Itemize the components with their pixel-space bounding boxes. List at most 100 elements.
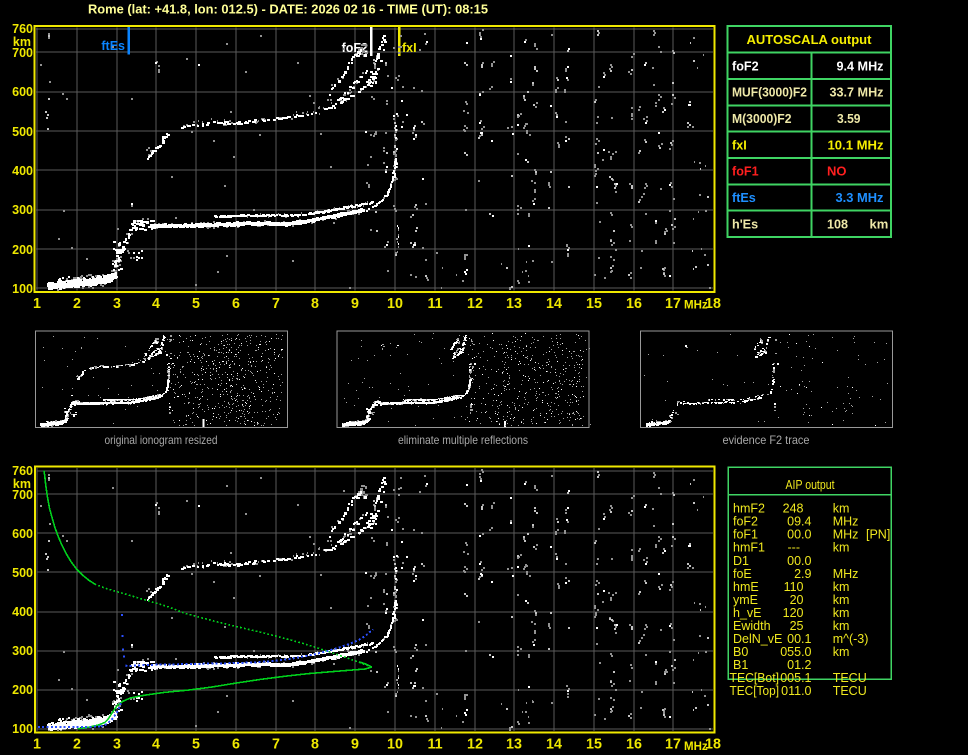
svg-text:11: 11 xyxy=(427,296,442,312)
svg-text:005.1: 005.1 xyxy=(780,671,811,685)
svg-text:5: 5 xyxy=(192,737,200,753)
svg-text:km: km xyxy=(833,645,850,659)
svg-text:3.3 MHz: 3.3 MHz xyxy=(836,190,884,205)
svg-text:9: 9 xyxy=(351,296,359,312)
svg-text:33.7 MHz: 33.7 MHz xyxy=(830,85,884,100)
svg-text:17: 17 xyxy=(665,737,681,753)
svg-text:TECU: TECU xyxy=(833,684,867,698)
svg-text:3: 3 xyxy=(113,737,121,753)
svg-text:14: 14 xyxy=(546,296,562,312)
svg-text:248: 248 xyxy=(783,502,804,516)
svg-text:hmE: hmE xyxy=(733,580,759,594)
svg-text:MHz: MHz xyxy=(833,528,859,542)
svg-text:AIP output: AIP output xyxy=(786,478,835,492)
svg-text:100: 100 xyxy=(12,722,33,736)
svg-text:13: 13 xyxy=(506,296,522,312)
svg-text:original ionogram resized: original ionogram resized xyxy=(105,433,218,447)
svg-text:700: 700 xyxy=(12,46,33,60)
svg-text:km: km xyxy=(870,216,889,231)
svg-text:500: 500 xyxy=(12,125,33,139)
svg-text:15: 15 xyxy=(586,737,602,753)
svg-text:km: km xyxy=(833,580,850,594)
svg-text:1: 1 xyxy=(33,737,41,753)
svg-text:DelN_vE: DelN_vE xyxy=(733,632,782,646)
svg-text:foF2: foF2 xyxy=(732,59,759,73)
svg-text:108: 108 xyxy=(827,216,848,231)
svg-text:8: 8 xyxy=(311,737,319,753)
svg-text:evidence F2 trace: evidence F2 trace xyxy=(723,433,810,447)
svg-text:01.2: 01.2 xyxy=(787,658,811,672)
svg-text:7: 7 xyxy=(272,296,280,312)
svg-text:9.4 MHz: 9.4 MHz xyxy=(837,58,884,73)
svg-text:400: 400 xyxy=(12,605,33,619)
svg-text:00.0: 00.0 xyxy=(787,554,811,568)
svg-text:3: 3 xyxy=(113,296,121,312)
svg-text:TEC[Bot]: TEC[Bot] xyxy=(730,671,780,685)
svg-text:AUTOSCALA output: AUTOSCALA output xyxy=(747,32,873,47)
svg-text:120: 120 xyxy=(783,606,804,620)
svg-text:ymE: ymE xyxy=(733,593,758,607)
svg-text:Ewidth: Ewidth xyxy=(733,619,771,633)
svg-text:00.1: 00.1 xyxy=(787,632,811,646)
svg-text:20: 20 xyxy=(790,593,804,607)
svg-text:B0: B0 xyxy=(733,645,748,659)
svg-text:011.0: 011.0 xyxy=(781,684,811,698)
svg-text:NO: NO xyxy=(827,164,847,179)
svg-text:Rome (lat: +41.8, lon: 012.5): Rome (lat: +41.8, lon: 012.5) - DATE: 20… xyxy=(88,2,488,17)
svg-text:300: 300 xyxy=(12,203,33,217)
svg-text:km: km xyxy=(833,541,850,555)
svg-text:fxI: fxI xyxy=(402,41,417,55)
svg-text:110: 110 xyxy=(784,580,804,594)
svg-text:h_vE: h_vE xyxy=(733,606,762,620)
svg-text:MHz: MHz xyxy=(833,515,859,529)
svg-text:7: 7 xyxy=(272,737,280,753)
svg-text:16: 16 xyxy=(626,737,642,753)
svg-text:km: km xyxy=(833,619,850,633)
svg-text:TEC[Top]: TEC[Top] xyxy=(730,684,780,698)
svg-text:500: 500 xyxy=(12,566,33,580)
svg-text:TECU: TECU xyxy=(833,671,867,685)
svg-text:17: 17 xyxy=(665,296,681,312)
svg-text:6: 6 xyxy=(232,296,240,312)
svg-text:12: 12 xyxy=(467,296,483,312)
svg-text:100: 100 xyxy=(12,282,33,296)
svg-text:[PN]: [PN] xyxy=(866,528,890,542)
svg-text:16: 16 xyxy=(626,296,642,312)
svg-text:km: km xyxy=(833,502,850,516)
svg-text:8: 8 xyxy=(311,296,319,312)
svg-text:00.0: 00.0 xyxy=(787,528,811,542)
svg-text:1: 1 xyxy=(33,296,41,312)
svg-text:foF1: foF1 xyxy=(732,165,759,179)
svg-text:700: 700 xyxy=(12,488,33,502)
svg-text:3.59: 3.59 xyxy=(837,111,861,126)
svg-text:13: 13 xyxy=(506,737,522,753)
svg-text:hmF1: hmF1 xyxy=(733,541,765,555)
svg-text:B1: B1 xyxy=(733,658,748,672)
svg-text:MHz: MHz xyxy=(684,741,708,753)
svg-text:12: 12 xyxy=(467,737,483,753)
svg-text:4: 4 xyxy=(152,737,160,753)
svg-text:4: 4 xyxy=(152,296,160,312)
svg-text:fxI: fxI xyxy=(732,138,747,152)
svg-text:760: 760 xyxy=(12,22,33,36)
svg-text:11: 11 xyxy=(427,737,442,753)
svg-text:5: 5 xyxy=(192,296,200,312)
svg-text:10: 10 xyxy=(387,737,403,753)
svg-text:foF2: foF2 xyxy=(733,515,758,529)
svg-text:eliminate multiple reflections: eliminate multiple reflections xyxy=(398,433,528,447)
svg-text:ftEs: ftEs xyxy=(732,191,756,205)
svg-text:km: km xyxy=(833,593,850,607)
svg-text:15: 15 xyxy=(586,296,602,312)
svg-text:9: 9 xyxy=(351,737,359,753)
svg-text:D1: D1 xyxy=(733,554,749,568)
svg-text:10.1 MHz: 10.1 MHz xyxy=(828,137,884,152)
svg-text:25: 25 xyxy=(790,619,804,633)
svg-text:MUF(3000)F2: MUF(3000)F2 xyxy=(732,86,807,100)
svg-text:---: --- xyxy=(788,541,801,555)
svg-text:300: 300 xyxy=(12,644,33,658)
svg-text:M(3000)F2: M(3000)F2 xyxy=(732,112,792,126)
svg-text:MHz: MHz xyxy=(833,567,859,581)
svg-text:m^(-3): m^(-3) xyxy=(833,632,869,646)
svg-text:055.0: 055.0 xyxy=(780,645,811,659)
svg-text:2: 2 xyxy=(73,737,81,753)
